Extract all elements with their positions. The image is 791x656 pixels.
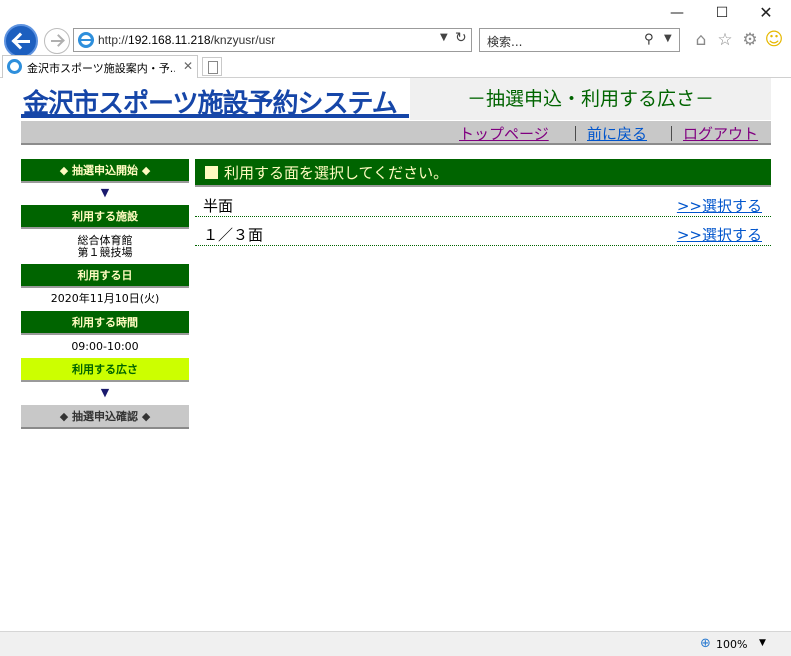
tab-active[interactable]: 金沢市スポーツ施設案内・予... ✕ <box>2 55 198 78</box>
date-value: 2020年11月10日(火) <box>50 292 160 305</box>
search-icon[interactable]: ⚲ <box>644 32 654 47</box>
tab-title: 金沢市スポーツ施設案内・予... <box>27 62 175 75</box>
ie-logo-icon <box>78 32 94 48</box>
back-link[interactable]: 前に戻る <box>587 123 647 144</box>
instruction-header: 利用する面を選択してください。 <box>195 159 771 187</box>
ie-tab-icon <box>7 59 22 74</box>
option-row: 半面 >>選択する <box>195 189 771 217</box>
menu-separator: ｜ <box>664 125 680 143</box>
option-name: 半面 <box>203 197 234 215</box>
zoom-level[interactable]: 100% <box>716 638 747 651</box>
new-tab-icon[interactable] <box>202 57 222 76</box>
menu-bar: トップページ ｜ 前に戻る ｜ ログアウト <box>21 121 771 145</box>
zoom-icon[interactable]: ⊕ <box>700 636 711 651</box>
address-dropdown-icon[interactable]: ▼ <box>440 32 448 43</box>
select-link[interactable]: >>選択する <box>677 195 762 216</box>
gear-icon[interactable]: ⚙ <box>739 29 761 51</box>
browser-navbar: http://192.168.11.218/knzyusr/usr ▼ ↻ 検索… <box>0 24 791 58</box>
search-input[interactable]: 検索... <box>487 33 522 50</box>
step-confirm: ◆ 抽選申込確認 ◆ <box>21 405 189 429</box>
step-date: 利用する日 <box>21 264 189 288</box>
step-size-current: 利用する広さ <box>21 358 189 382</box>
tab-bar: 金沢市スポーツ施設案内・予... ✕ <box>0 55 791 78</box>
step-start: ◆ 抽選申込開始 ◆ <box>21 159 189 183</box>
option-row: １／３面 >>選択する <box>195 218 771 246</box>
menu-separator: ｜ <box>568 125 584 143</box>
step-time: 利用する時間 <box>21 311 189 335</box>
site-header: 金沢市スポーツ施設予約システム －抽選申込・利用する広さ－ <box>21 78 771 120</box>
logout-link[interactable]: ログアウト <box>683 123 758 144</box>
instruction-text: 利用する面を選択してください。 <box>224 164 449 182</box>
forward-icon[interactable] <box>44 28 70 54</box>
address-bar[interactable]: http://192.168.11.218/knzyusr/usr ▼ ↻ <box>73 28 472 52</box>
home-icon[interactable]: ⌂ <box>690 29 712 51</box>
smiley-icon[interactable]: ☺ <box>763 29 785 51</box>
status-bar: ⊕ 100% ▼ <box>0 631 791 656</box>
square-bullet-icon <box>205 166 218 179</box>
option-name: １／３面 <box>203 226 264 244</box>
address-url[interactable]: http://192.168.11.218/knzyusr/usr <box>98 33 275 47</box>
top-page-link[interactable]: トップページ <box>459 123 549 144</box>
star-icon[interactable]: ☆ <box>714 29 736 51</box>
maximize-button[interactable]: ☐ <box>702 3 742 23</box>
page-title: －抽選申込・利用する広さ－ <box>410 78 771 120</box>
close-tab-icon[interactable]: ✕ <box>183 59 193 73</box>
logo-underline <box>21 114 409 118</box>
close-window-button[interactable]: ✕ <box>746 3 786 23</box>
search-dropdown-icon[interactable]: ▼ <box>664 33 672 44</box>
step-facility: 利用する施設 <box>21 205 189 229</box>
window-titlebar: — ☐ ✕ <box>0 0 791 26</box>
page-content: 金沢市スポーツ施設予約システム －抽選申込・利用する広さ－ トップページ ｜ 前… <box>0 78 791 631</box>
time-value: 09:00-10:00 <box>71 340 139 353</box>
facility-value-line2: 第１競技場 <box>77 246 133 259</box>
step-arrow-icon: ▼ <box>100 186 110 199</box>
back-icon[interactable] <box>4 24 38 58</box>
refresh-icon[interactable]: ↻ <box>455 30 467 46</box>
minimize-button[interactable]: — <box>657 3 697 23</box>
step-arrow-icon: ▼ <box>100 386 110 399</box>
select-link[interactable]: >>選択する <box>677 224 762 245</box>
zoom-dropdown-icon[interactable]: ▼ <box>759 638 766 648</box>
search-box[interactable]: 検索... ⚲ ▼ <box>479 28 680 52</box>
